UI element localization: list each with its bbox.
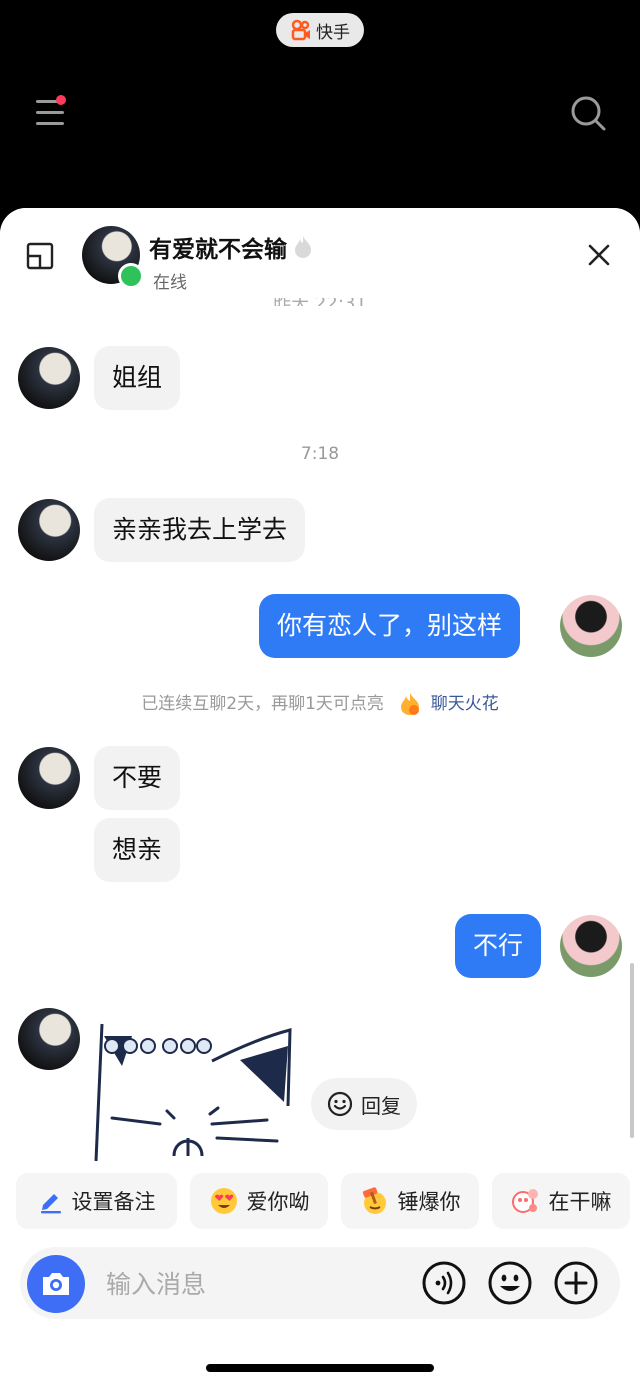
- contact-name[interactable]: 有爱就不会输: [149, 230, 313, 264]
- camera-icon: [43, 1273, 69, 1295]
- search-icon[interactable]: [569, 94, 607, 132]
- notification-dot: [56, 95, 66, 105]
- quick-action-what-doing[interactable]: 在干嘛: [492, 1173, 630, 1229]
- outgoing-message[interactable]: 你有恋人了，别这样: [259, 594, 521, 658]
- user-avatar[interactable]: [560, 595, 622, 657]
- incoming-message[interactable]: 不要: [94, 746, 181, 810]
- minimize-window-icon[interactable]: [26, 242, 54, 270]
- camera-button[interactable]: [27, 1255, 85, 1313]
- sticker-message[interactable]: [92, 1016, 297, 1161]
- contact-avatar[interactable]: [18, 347, 80, 409]
- app-name: 快手: [316, 22, 350, 43]
- fire-streak-icon: [401, 693, 420, 715]
- contact-avatar[interactable]: [18, 499, 80, 561]
- flame-icon: [295, 236, 311, 258]
- cat-sticker-image: [94, 1023, 292, 1161]
- close-icon[interactable]: [586, 242, 612, 268]
- quick-action-label: 锤爆你: [397, 1190, 461, 1214]
- quick-action-label: 设置备注: [71, 1190, 156, 1214]
- peek-emoji-icon: [511, 1189, 538, 1213]
- chat-spark-link[interactable]: 聊天火花: [431, 694, 499, 714]
- incoming-message[interactable]: 想亲: [94, 818, 181, 882]
- incoming-message[interactable]: 亲亲我去上学去: [94, 498, 306, 562]
- reply-button[interactable]: 回复: [311, 1078, 417, 1130]
- smiley-icon: [327, 1091, 353, 1117]
- message-composer: [20, 1247, 620, 1319]
- chat-panel: 有爱就不会输 在线 昨天 22:31 姐组 7:18 亲亲我去上学去 你有恋人了…: [0, 208, 640, 1385]
- chat-header: 有爱就不会输 在线: [0, 208, 640, 298]
- contact-name-text: 有爱就不会输: [149, 237, 287, 263]
- incoming-message[interactable]: 姐组: [94, 346, 181, 410]
- app-indicator-pill: 快手: [276, 13, 364, 47]
- contact-avatar[interactable]: [18, 747, 80, 809]
- emoji-icon[interactable]: [487, 1260, 533, 1306]
- reply-label: 回复: [361, 1093, 401, 1118]
- hammer-emoji-icon: [362, 1187, 386, 1214]
- user-avatar[interactable]: [560, 915, 622, 977]
- chat-streak-notice: 已连续互聊2天，再聊1天可点亮 聊天火花: [0, 689, 640, 716]
- quick-action-label: 在干嘛: [548, 1190, 612, 1214]
- quick-action-love-you[interactable]: 爱你呦: [190, 1173, 328, 1229]
- online-status-dot: [118, 263, 144, 289]
- plus-more-icon[interactable]: [553, 1260, 599, 1306]
- app-top-bar: 快手: [0, 0, 640, 210]
- quick-actions: 设置备注 爱你呦 锤爆你 在干嘛: [0, 1173, 640, 1231]
- voice-message-icon[interactable]: [421, 1260, 467, 1306]
- scrollbar[interactable]: [630, 963, 634, 1138]
- streak-text: 已连续互聊2天，再聊1天可点亮: [141, 694, 384, 714]
- quick-action-label: 爱你呦: [246, 1190, 310, 1214]
- heart-eyes-emoji-icon: [210, 1188, 237, 1214]
- message-input[interactable]: [104, 1261, 408, 1307]
- outgoing-message[interactable]: 不行: [455, 914, 542, 978]
- contact-status: 在线: [153, 273, 187, 293]
- pencil-icon: [40, 1194, 61, 1214]
- home-indicator[interactable]: [206, 1364, 434, 1372]
- message-timestamp: 7:18: [300, 444, 340, 464]
- quick-action-set-remark[interactable]: 设置备注: [16, 1173, 177, 1229]
- kuaishou-logo-icon: [291, 19, 310, 41]
- quick-action-hammer-you[interactable]: 锤爆你: [341, 1173, 479, 1229]
- contact-avatar[interactable]: [18, 1008, 80, 1070]
